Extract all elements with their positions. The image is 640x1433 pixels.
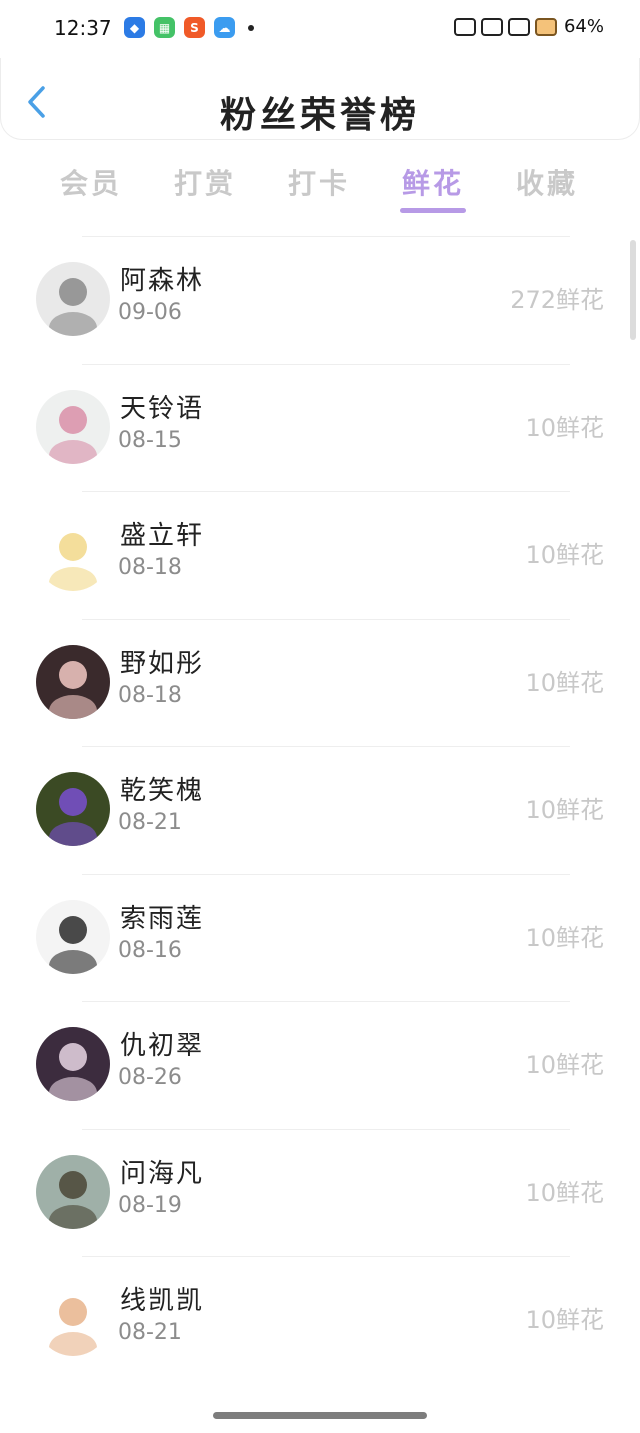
tab-label: 收藏 xyxy=(515,167,578,200)
fan-name: 天铃语 xyxy=(120,393,205,424)
fan-date: 08-15 xyxy=(118,427,182,453)
flower-count: 10鲜花 xyxy=(525,1178,604,1207)
fan-date: 08-21 xyxy=(118,1320,182,1345)
fan-row[interactable]: 索雨莲 08-16 10鲜花 xyxy=(0,873,640,1002)
flower-count: 10鲜花 xyxy=(525,413,604,442)
row-divider xyxy=(82,236,570,237)
signal-icon xyxy=(507,17,530,36)
status-time: 12:37 xyxy=(54,16,112,40)
illustrated-girl-avatar[interactable] xyxy=(36,644,110,719)
weather-icon: ☁ xyxy=(214,17,235,38)
fan-list: 阿森林 09-06 272鲜花 天铃语 08-15 10鲜花 盛立轩 08-18 10鲜花 野如彤… xyxy=(0,236,640,1384)
fan-row[interactable]: 野如彤 08-18 10鲜花 xyxy=(0,618,640,747)
dark-anime-avatar[interactable] xyxy=(36,1027,110,1101)
s-app-icon: S xyxy=(184,17,205,38)
grid-app-icon: ▦ xyxy=(154,17,175,38)
tab-2[interactable]: 打卡 xyxy=(262,156,376,216)
fan-name: 线凯凯 xyxy=(120,1286,205,1316)
tab-3[interactable]: 鲜花 xyxy=(376,156,490,216)
flower-count: 10鲜花 xyxy=(525,668,604,697)
fan-date: 08-19 xyxy=(118,1192,182,1218)
fan-row[interactable]: 盛立轩 08-18 10鲜花 xyxy=(0,491,640,619)
fan-row[interactable]: 阿森林 09-06 272鲜花 xyxy=(0,236,640,364)
fan-name: 乾笑槐 xyxy=(120,776,205,806)
fan-row[interactable]: 线凯凯 08-21 10鲜花 xyxy=(0,1256,640,1384)
sunset-sky-avatar[interactable] xyxy=(36,1154,110,1229)
status-right-cluster: 64% xyxy=(453,16,604,37)
app-header: 粉丝荣誉榜 xyxy=(0,58,640,140)
row-divider xyxy=(82,746,570,747)
row-divider xyxy=(82,1128,570,1130)
notification-icon xyxy=(480,17,503,36)
row-divider xyxy=(82,618,570,620)
tab-4[interactable]: 收藏 xyxy=(490,156,604,216)
fan-name: 仇初翠 xyxy=(120,1031,205,1061)
flower-count: 10鲜花 xyxy=(525,1051,604,1079)
row-divider xyxy=(82,491,570,492)
active-tab-underline xyxy=(400,208,466,213)
tiger-sketch-avatar[interactable] xyxy=(36,899,110,974)
row-divider xyxy=(82,873,570,875)
fan-name: 问海凡 xyxy=(120,1158,205,1189)
fan-name: 索雨莲 xyxy=(120,903,205,934)
status-bar: 12:37 ◆ ▦ S ☁ 64% xyxy=(0,0,640,58)
fan-date: 08-18 xyxy=(118,682,182,708)
fan-date: 08-26 xyxy=(118,1065,182,1090)
tab-label: 鲜花 xyxy=(401,167,464,200)
notification-icon xyxy=(453,17,476,36)
tab-label: 会员 xyxy=(59,167,122,200)
page-title: 粉丝荣誉榜 xyxy=(219,95,420,136)
cute-chick-avatar[interactable] xyxy=(36,517,110,591)
fan-name: 盛立轩 xyxy=(120,521,205,551)
fan-row[interactable]: 问海凡 08-19 10鲜花 xyxy=(0,1128,640,1257)
purple-iris-avatar[interactable] xyxy=(36,772,110,846)
fan-date: 09-06 xyxy=(118,300,182,325)
tab-1[interactable]: 打赏 xyxy=(148,156,262,216)
flower-count: 10鲜花 xyxy=(525,541,604,569)
fan-row[interactable]: 仇初翠 08-26 10鲜花 xyxy=(0,1001,640,1129)
more-notifications-dot xyxy=(248,24,254,31)
fan-date: 08-18 xyxy=(118,555,182,580)
cartoon-girl-avatar[interactable] xyxy=(36,1282,110,1356)
row-divider xyxy=(82,363,570,365)
browser-icon: ◆ xyxy=(124,17,145,38)
fan-row[interactable]: 乾笑槐 08-21 10鲜花 xyxy=(0,746,640,874)
flower-earrings-avatar[interactable] xyxy=(36,389,110,464)
tab-label: 打赏 xyxy=(173,167,236,200)
status-app-icons: ◆ ▦ S ☁ xyxy=(124,17,254,38)
fan-name: 野如彤 xyxy=(120,648,205,679)
flower-count: 272鲜花 xyxy=(510,286,604,314)
flower-count: 10鲜花 xyxy=(525,923,604,952)
fan-date: 08-16 xyxy=(118,937,182,963)
battery-icon xyxy=(534,17,557,36)
scrollbar[interactable] xyxy=(630,240,636,340)
home-indicator[interactable] xyxy=(213,1412,427,1419)
row-divider xyxy=(82,1256,570,1257)
tab-bar: 会员 打赏 打卡 鲜花 收藏 xyxy=(34,156,606,216)
battery-percent: 64% xyxy=(563,16,604,37)
tab-0[interactable]: 会员 xyxy=(34,156,148,216)
fan-row[interactable]: 天铃语 08-15 10鲜花 xyxy=(0,363,640,492)
row-divider xyxy=(82,1001,570,1002)
anime-girl-sketch-avatar[interactable] xyxy=(36,262,110,336)
flower-count: 10鲜花 xyxy=(525,1306,604,1334)
fan-name: 阿森林 xyxy=(120,266,205,296)
fan-date: 08-21 xyxy=(118,810,182,835)
flower-count: 10鲜花 xyxy=(525,796,604,824)
tab-label: 打卡 xyxy=(287,167,350,200)
